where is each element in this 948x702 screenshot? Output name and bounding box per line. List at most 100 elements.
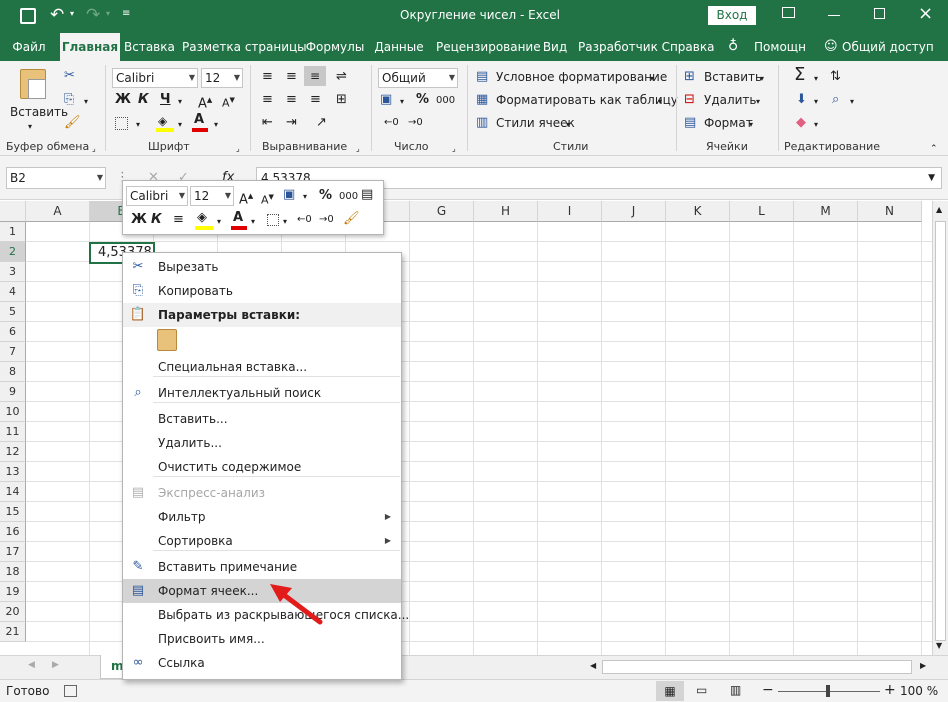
macro-record-icon[interactable] [64,685,77,697]
maximize-icon[interactable] [874,8,885,19]
borders-dropdown-icon[interactable]: ▾ [136,117,140,133]
column-header[interactable]: M [794,201,858,222]
number-format-combo[interactable]: Общий ▼ [378,68,458,88]
column-header[interactable]: I [538,201,602,222]
page-layout-view-icon[interactable]: ▭ [696,683,707,697]
row-header[interactable]: 15 [0,502,26,522]
hscroll-right-icon[interactable]: ▶ [920,661,926,670]
font-color-dropdown-icon[interactable]: ▾ [214,117,218,133]
font-launcher-icon[interactable]: ⌟ [236,141,240,157]
decrease-font-icon[interactable]: A▼ [222,92,235,112]
undo-icon[interactable]: ↶ [50,5,64,25]
increase-font-icon[interactable]: A▲ [198,92,212,112]
delete-cells-button[interactable]: Удалить [704,93,757,107]
column-header[interactable]: N [858,201,922,222]
clipboard-launcher-icon[interactable]: ⌟ [92,141,96,157]
row-header[interactable]: 4 [0,282,26,302]
zoom-out-icon[interactable]: − [762,682,774,698]
underline-button[interactable]: Ч [160,92,171,108]
redo-icon[interactable]: ↷ [86,5,100,25]
conditional-format-icon[interactable]: ▤ [476,69,488,85]
row-header[interactable]: 13 [0,462,26,482]
fill-color-icon[interactable]: ◈ [158,113,167,129]
horizontal-scrollbar[interactable] [602,660,912,674]
mini-fill-color-icon[interactable]: ◈ [197,210,207,226]
menu-item[interactable]: Специальная вставка... [123,355,401,379]
vertical-scrollbar[interactable]: ▲ ▼ [932,201,948,655]
align-right-icon[interactable]: ≡ [310,92,321,108]
mini-align-center-icon[interactable]: ≡ [173,212,184,228]
menu-item[interactable]: Сортировка ▶ [123,529,401,553]
align-bottom-icon[interactable]: ≡ [304,66,326,86]
mini-decrease-font-icon[interactable]: A▼ [261,189,274,209]
currency-dropdown-icon[interactable]: ▾ [400,94,404,110]
customize-qat-icon[interactable]: ≡ [122,8,130,19]
column-header[interactable]: J [602,201,666,222]
insert-cells-button[interactable]: Вставить [704,70,762,84]
mini-increase-font-icon[interactable]: A▲ [239,188,253,208]
font-size-combo[interactable]: 12 ▼ [201,68,243,88]
hscroll-left-icon[interactable]: ◀ [590,661,596,670]
paste-dropdown-icon[interactable]: ▾ [28,119,32,135]
zoom-in-icon[interactable]: + [884,682,896,698]
mini-italic-button[interactable]: К [151,212,162,228]
copy-icon[interactable]: ⎘ [64,92,74,108]
tab-formulas[interactable]: Формулы [304,33,366,61]
row-header[interactable]: 6 [0,322,26,342]
scroll-down-icon[interactable]: ▼ [936,641,942,650]
alignment-launcher-icon[interactable]: ⌟ [356,141,360,157]
conditional-format-button[interactable]: Условное форматирование [496,70,667,84]
autosum-button[interactable]: Σ [794,66,805,84]
menu-item[interactable]: ✎ Вставить примечание [123,555,401,579]
menu-item[interactable]: ⎘ Копировать [123,279,401,303]
mini-currency-icon[interactable]: ▣ [283,187,295,203]
paste-button[interactable]: Вставить [10,105,68,119]
fill-icon[interactable]: ⬇ [796,92,807,108]
mini-format-cells-icon[interactable]: ▤ [361,187,373,203]
tab-page-layout[interactable]: Разметка страницы [182,33,307,61]
normal-view-icon[interactable]: ▦ [656,681,684,701]
align-top-icon[interactable]: ≡ [262,69,273,85]
copy-dropdown-icon[interactable]: ▾ [84,94,88,110]
underline-dropdown-icon[interactable]: ▾ [178,94,182,110]
cell-styles-button[interactable]: Стили ячеек [496,116,575,130]
number-launcher-icon[interactable]: ⌟ [452,141,456,157]
paste-option-button[interactable] [157,329,177,351]
zoom-level[interactable]: 100 % [900,684,938,698]
mini-borders-icon[interactable] [267,214,279,226]
menu-item[interactable]: ⌕ Интеллектуальный поиск [123,381,401,405]
login-button[interactable]: Вход [708,6,756,25]
align-middle-icon[interactable]: ≡ [286,69,297,85]
clear-icon[interactable]: ◆ [796,115,806,131]
sort-filter-icon[interactable]: ⇅ [830,69,841,85]
mini-font-name-combo[interactable]: Calibri ▼ [126,186,188,206]
format-as-table-button[interactable]: Форматировать как таблицу [496,93,678,107]
tab-tell-me[interactable]: Помощн [752,33,808,61]
row-header[interactable]: 1 [0,222,26,242]
row-header[interactable]: 12 [0,442,26,462]
zoom-slider-thumb[interactable] [826,685,830,697]
format-table-icon[interactable]: ▦ [476,92,488,108]
borders-icon[interactable] [115,117,128,130]
tab-review[interactable]: Рецензирование [436,33,541,61]
fill-color-dropdown-icon[interactable]: ▾ [178,117,182,133]
align-center-icon[interactable]: ≡ [286,92,297,108]
increase-decimal-icon[interactable]: ←0 [384,115,399,131]
ribbon-display-icon[interactable] [782,7,795,18]
menu-item[interactable]: Фильтр ▶ [123,505,401,529]
tab-view[interactable]: Вид [540,33,570,61]
collapse-ribbon-icon[interactable]: ⌃ [930,141,938,157]
align-left-icon[interactable]: ≡ [262,92,273,108]
column-header[interactable]: A [26,201,90,222]
row-header[interactable]: 19 [0,582,26,602]
column-header[interactable]: K [666,201,730,222]
cell-styles-icon[interactable]: ▥ [476,115,488,131]
decrease-decimal-icon[interactable]: →0 [408,115,423,131]
row-header[interactable]: 2 [0,242,26,262]
mini-thousands-button[interactable]: 000 [339,189,358,205]
tab-home[interactable]: Главная [60,33,120,61]
mini-percent-button[interactable]: % [319,188,332,204]
row-header[interactable]: 18 [0,562,26,582]
row-header[interactable]: 17 [0,542,26,562]
share-button[interactable]: Общий доступ [842,33,934,61]
